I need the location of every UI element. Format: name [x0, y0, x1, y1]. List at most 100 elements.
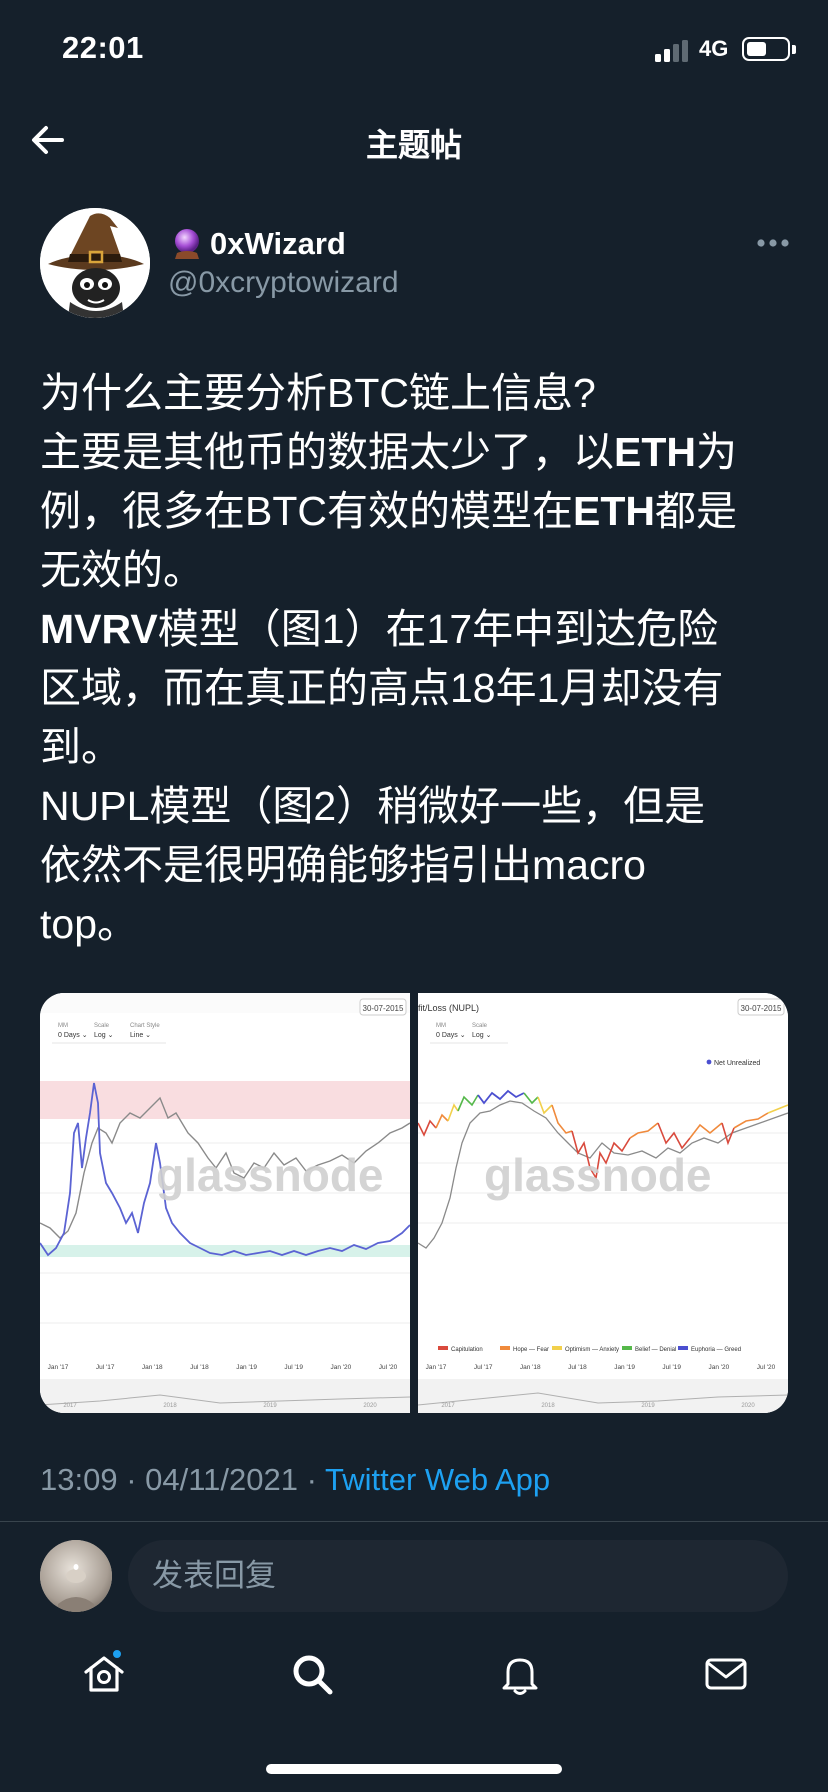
navigator-tick: 2017: [63, 1403, 77, 1409]
more-horizontal-icon[interactable]: [756, 238, 790, 248]
tweet-text-run: 主要是其他币的数据太少了，以: [40, 429, 614, 475]
legend-swatch: [678, 1346, 688, 1350]
home-indicator: [266, 1764, 562, 1774]
author-avatar[interactable]: [40, 208, 150, 318]
tab-messages[interactable]: [702, 1650, 750, 1698]
chart-image-nupl[interactable]: fit/Loss (NUPL) 30-07-2015 Net Unrealize…: [418, 993, 788, 1413]
control-value: 0 Days ⌄: [436, 1032, 466, 1039]
legend-label: Euphoria — Greed: [691, 1347, 741, 1353]
x-tick-label: Jan '19: [614, 1364, 635, 1371]
legend-label: Belief — Denial: [635, 1347, 676, 1353]
legend-swatch: [622, 1346, 632, 1350]
header: 主题帖: [0, 100, 828, 180]
user-avatar[interactable]: [40, 1540, 112, 1612]
x-tick-label: Jan '18: [520, 1364, 541, 1371]
x-tick-label: Jul '19: [662, 1364, 681, 1371]
legend-label: Capitulation: [451, 1347, 483, 1353]
control-label: Scale: [94, 1023, 110, 1029]
tweet-source-link[interactable]: Twitter Web App: [325, 1462, 550, 1497]
crystal-ball-icon: [175, 229, 199, 259]
tweet-text-run: NUPL模型（图2）稍微好一些，但是: [40, 783, 706, 829]
x-tick-label: Jul '20: [379, 1364, 398, 1371]
x-tick-label: Jan '20: [330, 1364, 351, 1371]
tweet-text-run: 依然不是很明确能够指引出macro: [40, 842, 646, 888]
search-icon: [293, 1655, 333, 1695]
mail-icon: [705, 1658, 747, 1690]
user-avatar-image: [40, 1540, 112, 1612]
control-label: MM: [58, 1023, 68, 1029]
legend-swatch: [500, 1346, 510, 1350]
tweet-text-run: ETH: [614, 429, 696, 475]
chart2-title: fit/Loss (NUPL): [418, 1003, 479, 1013]
tweet-text-run: 为: [696, 429, 737, 475]
meta-separator: ·: [117, 1462, 146, 1497]
tweet-media[interactable]: glassnode 30-07-2015 MM 0 Days ⌄ Scale Log …: [40, 993, 788, 1413]
tweet-text-line: 区域，而在真正的高点18年1月却没有: [40, 659, 800, 718]
tweet-text-run: 为什么主要分析BTC链上信息?: [40, 370, 596, 416]
tweet-text-run: 到。: [40, 724, 122, 770]
tweet-text-line: 依然不是很明确能够指引出macro: [40, 836, 800, 895]
legend-label: Optimism — Anxiety: [565, 1347, 619, 1353]
tab-home[interactable]: [80, 1648, 128, 1698]
tweet-text-line: 到。: [40, 718, 800, 777]
x-tick-label: Jul '19: [284, 1364, 303, 1371]
x-tick-label: Jul '17: [96, 1364, 115, 1371]
tweet-author: 0xWizard @0xcryptowizard: [40, 208, 790, 320]
author-handle[interactable]: @0xcryptowizard: [168, 266, 399, 300]
nupl-chart: fit/Loss (NUPL) 30-07-2015 Net Unrealize…: [418, 993, 788, 1413]
tweet-text-line: 无效的。: [40, 541, 800, 600]
control-label: Scale: [472, 1023, 488, 1029]
bottom-tab-bar: [0, 1630, 828, 1730]
tweet-text-line: 主要是其他币的数据太少了，以ETH为: [40, 423, 800, 482]
control-value: Line ⌄: [130, 1032, 151, 1039]
x-tick-label: Jan '17: [48, 1364, 69, 1371]
notification-dot: [111, 1648, 123, 1660]
tweet-text-run: ETH: [573, 488, 655, 534]
network-type: 4G: [699, 36, 729, 61]
x-tick-label: Jan '18: [142, 1364, 163, 1371]
tweet-text-line: 例，很多在BTC有效的模型在ETH都是: [40, 482, 800, 541]
tweet-text-run: top。: [40, 901, 138, 947]
tab-notifications[interactable]: [496, 1650, 544, 1698]
tweet-text-run: 无效的。: [40, 547, 204, 593]
tweet-body: 为什么主要分析BTC链上信息? 主要是其他币的数据太少了，以ETH为 例，很多在BT…: [40, 364, 800, 954]
tab-search[interactable]: [288, 1650, 336, 1698]
navigator-tick: 2019: [641, 1403, 655, 1409]
navigator-tick: 2018: [163, 1403, 177, 1409]
chart2-date: 30-07-2015: [741, 1004, 782, 1013]
control-label: Chart Style: [130, 1023, 160, 1029]
status-bar: 22:01 4G: [0, 0, 828, 100]
chart2-watermark: glassnode: [484, 1149, 712, 1201]
signal-bars-icon: [655, 40, 688, 62]
chart1-watermark: glassnode: [156, 1149, 384, 1201]
wizard-hat-cat-avatar: [40, 208, 150, 318]
chart-image-mvrv[interactable]: glassnode 30-07-2015 MM 0 Days ⌄ Scale Log …: [40, 993, 410, 1413]
x-tick-label: Jan '17: [426, 1364, 447, 1371]
tweet-meta: 13:09 · 04/11/2021 · Twitter Web App: [40, 1462, 550, 1498]
control-value: 0 Days ⌄: [58, 1032, 88, 1039]
tweet-text-line: NUPL模型（图2）稍微好一些，但是: [40, 777, 800, 836]
status-time: 22:01: [62, 30, 144, 65]
legend-label: Hope — Fear: [513, 1347, 549, 1353]
page-title: 主题帖: [365, 127, 462, 163]
tweet-date: 04/11/2021: [145, 1462, 298, 1497]
control-label: MM: [436, 1023, 446, 1029]
legend-swatch: [552, 1346, 562, 1350]
x-tick-label: Jan '20: [708, 1364, 729, 1371]
tweet-text-run: 都是: [655, 488, 737, 534]
display-name-row[interactable]: 0xWizard: [170, 224, 346, 264]
control-value: Log ⌄: [472, 1032, 492, 1039]
display-name: 0xWizard: [210, 226, 346, 261]
tweet-text-run: 模型（图1）在17年中到达危险: [157, 606, 719, 652]
navigator-tick: 2020: [363, 1403, 377, 1409]
battery-cap: [792, 45, 796, 54]
tweet-text-line: top。: [40, 895, 800, 954]
chart2-legend-top: Net Unrealized: [714, 1060, 760, 1067]
battery-icon: [742, 37, 790, 61]
x-tick-label: Jul '18: [190, 1364, 209, 1371]
tweet-text-run: MVRV: [40, 606, 158, 652]
tweet-text-line: MVRV模型（图1）在17年中到达危险: [40, 600, 800, 659]
mvrv-chart: glassnode 30-07-2015 MM 0 Days ⌄ Scale Log …: [40, 993, 410, 1413]
reply-input[interactable]: [128, 1540, 788, 1612]
navigator-tick: 2018: [541, 1403, 555, 1409]
